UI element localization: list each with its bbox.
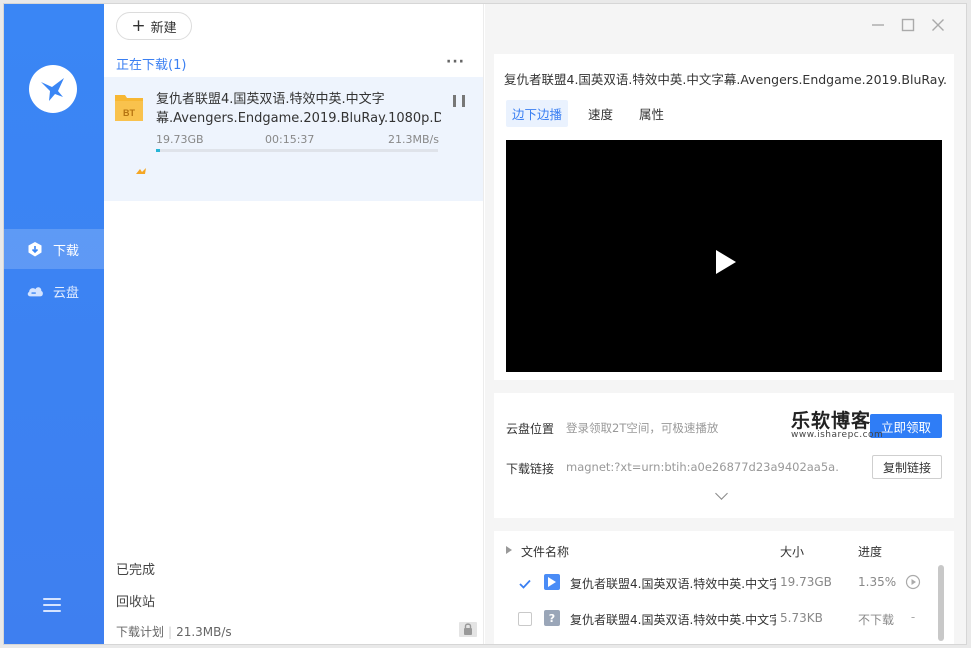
file-name: 复仇者联盟4.国英双语.特效中英.中文字幕.txt — [570, 613, 776, 627]
download-plan[interactable]: 下载计划 | 21.3MB/s — [116, 623, 232, 640]
file-size: 5.73KB — [780, 611, 823, 625]
col-progress[interactable]: 进度 — [858, 543, 882, 560]
download-link-label: 下载链接 — [506, 462, 555, 476]
task-size: 19.73GB — [156, 133, 204, 146]
file-name: 复仇者联盟4.国英双语.特效中英.中文字幕.Avengers.mkv — [570, 577, 776, 591]
download-plan-speed: 21.3MB/s — [176, 625, 232, 639]
play-circle-icon[interactable] — [905, 574, 921, 590]
download-task-item[interactable]: BT 复仇者联盟4.国英双语.特效中英.中文字幕.Avengers.Endgam… — [104, 77, 483, 201]
tab-stream-while-download[interactable]: 边下边播 — [506, 100, 569, 127]
recycle-bin-link[interactable]: 回收站 — [116, 591, 155, 610]
link-card: 云盘位置 登录领取2T空间，可极速播放 立即领取 乐软博客 www.ishare… — [494, 393, 954, 518]
bird-logo-icon — [41, 78, 64, 101]
download-plan-label: 下载计划 — [116, 625, 165, 639]
more-options-icon[interactable]: ··· — [446, 54, 465, 70]
file-list-card: 文件名称 大小 进度 复仇者联盟4.国英双语.特效中英.中文字幕.Avenger… — [494, 531, 954, 644]
download-link-value[interactable]: magnet:?xt=urn:btih:a0e26877d23a9402aa5a… — [566, 460, 838, 474]
maximize-icon[interactable] — [899, 16, 917, 34]
nav-label-download: 下载 — [53, 243, 80, 259]
downloading-section-title[interactable]: 正在下载(1) — [116, 54, 186, 73]
unknown-file-icon: ? — [544, 610, 560, 626]
app-window: 下载 云盘 + 新建 正在下载(1) ··· BT 复仇者联盟4.国英双语.特效… — [3, 3, 967, 645]
minimize-icon[interactable] — [869, 16, 887, 34]
app-logo — [29, 65, 77, 113]
detail-tabs: 边下边播 速度 属性 — [506, 100, 684, 127]
file-action: - — [910, 610, 916, 624]
video-player[interactable] — [506, 140, 942, 372]
cloud-location-hint: 登录领取2T空间，可极速播放 — [566, 421, 719, 435]
file-size: 19.73GB — [780, 575, 832, 589]
task-name: 复仇者联盟4.国英双语.特效中英.中文字幕.Avengers.Endgame.2… — [156, 92, 441, 126]
new-task-button[interactable]: + 新建 — [116, 12, 192, 40]
watermark-url: www.isharepc.com — [791, 430, 884, 440]
file-row[interactable]: 复仇者联盟4.国英双语.特效中英.中文字幕.Avengers.mkv 19.73… — [494, 568, 934, 598]
chevron-down-icon[interactable] — [715, 487, 728, 500]
file-row[interactable]: ? 复仇者联盟4.国英双语.特效中英.中文字幕.txt 5.73KB 不下载 - — [494, 604, 934, 634]
preview-card: 复仇者联盟4.国英双语.特效中英.中文字幕.Avengers.Endgame.2… — [494, 54, 954, 380]
detail-title: 复仇者联盟4.国英双语.特效中英.中文字幕.Avengers.Endgame.2… — [504, 72, 948, 87]
task-progress-fill — [156, 149, 160, 152]
file-progress: 1.35% — [858, 575, 897, 589]
pause-icon[interactable] — [453, 95, 465, 107]
cloud-icon — [26, 282, 44, 300]
bt-file-icon: BT — [114, 91, 144, 123]
tab-properties[interactable]: 属性 — [633, 100, 670, 127]
new-task-label: 新建 — [150, 20, 177, 36]
file-list-scrollbar[interactable] — [938, 565, 944, 641]
watermark-text: 乐软博客 — [791, 410, 872, 432]
download-shield-icon — [26, 240, 44, 258]
detail-panel: 复仇者联盟4.国英双语.特效中英.中文字幕.Avengers.Endgame.2… — [485, 4, 966, 644]
col-file-name[interactable]: 文件名称 — [521, 543, 569, 560]
cloud-location-label: 云盘位置 — [506, 422, 555, 436]
col-size[interactable]: 大小 — [780, 543, 804, 560]
task-list-panel: + 新建 正在下载(1) ··· BT 复仇者联盟4.国英双语.特效中英.中文字… — [104, 4, 484, 644]
task-progress-bar — [156, 149, 438, 152]
watermark: 乐软博客 www.isharepc.com — [791, 406, 883, 440]
plus-icon: + — [131, 15, 146, 36]
expand-arrow-icon[interactable] — [506, 543, 512, 557]
menu-icon[interactable] — [43, 598, 61, 612]
lock-icon[interactable] — [458, 620, 478, 638]
nav-item-download[interactable]: 下载 — [4, 229, 104, 269]
copy-link-button[interactable]: 复制链接 — [872, 455, 942, 479]
bt-icon-text: BT — [123, 108, 135, 118]
task-time-left: 00:15:37 — [265, 133, 315, 146]
nav-item-cloud[interactable]: 云盘 — [4, 271, 104, 311]
file-checkbox[interactable] — [518, 612, 532, 626]
tab-speed[interactable]: 速度 — [582, 100, 619, 127]
task-speed: 21.3MB/s — [388, 133, 439, 146]
video-file-icon — [544, 574, 560, 590]
close-icon[interactable] — [929, 16, 947, 34]
nav-label-cloud: 云盘 — [53, 285, 80, 301]
left-nav: 下载 云盘 — [4, 4, 104, 644]
play-icon[interactable] — [716, 250, 736, 274]
file-checkbox[interactable] — [518, 576, 532, 590]
completed-link[interactable]: 已完成 — [116, 559, 155, 578]
file-progress: 不下载 — [858, 613, 895, 627]
accelerate-icon — [136, 167, 146, 178]
